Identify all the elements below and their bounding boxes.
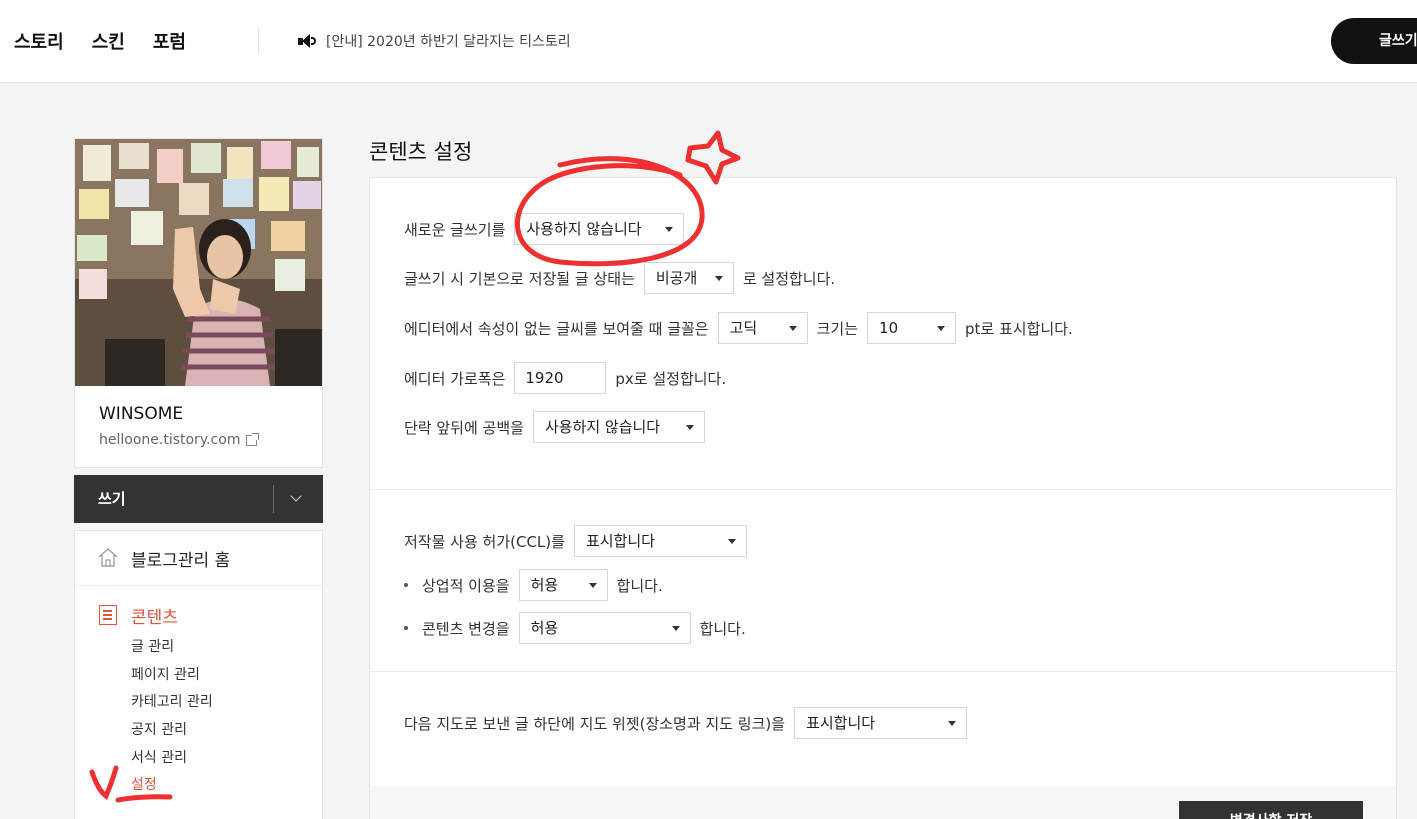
- ccl-label: 저작물 사용 허가(CCL)를: [404, 532, 565, 551]
- speaker-icon: [298, 33, 316, 49]
- blog-profile-photo: [75, 139, 322, 386]
- notice-link[interactable]: [안내] 2020년 하반기 달라지는 티스토리: [298, 31, 571, 51]
- new-editor-select[interactable]: 사용하지 않습니다: [514, 213, 685, 245]
- nav-skin[interactable]: 스킨: [92, 28, 125, 54]
- paragraph-space-label: 단락 앞뒤에 공백을: [404, 418, 524, 437]
- default-state-row: 글쓰기 시 기본으로 저장될 글 상태는 비공개 로 설정합니다.: [404, 262, 835, 294]
- editor-width-input[interactable]: 1920: [514, 362, 607, 394]
- write-dropdown-bar[interactable]: 쓰기: [74, 475, 323, 523]
- nav-divider: [258, 28, 259, 54]
- default-state-select[interactable]: 비공개: [643, 262, 734, 294]
- sidebar-item-templates[interactable]: 서식 관리: [131, 747, 187, 767]
- blog-url-link[interactable]: helloone.tistory.com: [99, 432, 260, 448]
- external-link-icon[interactable]: [246, 432, 260, 446]
- modify-select[interactable]: 허용: [518, 612, 691, 644]
- new-editor-label: 새로운 글쓰기를: [404, 220, 506, 239]
- save-changes-button[interactable]: 변경사항 저장: [1179, 801, 1363, 819]
- new-editor-row: 새로운 글쓰기를 사용하지 않습니다: [404, 213, 685, 245]
- modify-label: 콘텐츠 변경을: [422, 619, 510, 638]
- font-row: 에디터에서 속성이 없는 글씨를 보여줄 때 글꼴은 고딕 크기는 10 pt로…: [404, 312, 1073, 344]
- commercial-suffix: 합니다.: [616, 576, 663, 595]
- blog-url-text[interactable]: helloone.tistory.com: [99, 432, 240, 448]
- sidebar-item-notices[interactable]: 공지 관리: [131, 719, 187, 739]
- editor-width-suffix: px로 설정합니다.: [615, 369, 727, 388]
- font-size-suffix: pt로 표시합니다.: [965, 319, 1073, 338]
- sidebar-item-categories[interactable]: 카테고리 관리: [131, 691, 213, 711]
- document-icon: [99, 605, 117, 625]
- top-bar: 스토리 스킨 포럼 [안내] 2020년 하반기 달라지는 티스토리 글쓰기: [0, 0, 1417, 83]
- font-label: 에디터에서 속성이 없는 글씨를 보여줄 때 글꼴은: [404, 319, 709, 338]
- modify-suffix: 합니다.: [699, 619, 746, 638]
- font-size-label: 크기는: [816, 319, 859, 338]
- section-divider: [370, 489, 1396, 490]
- sidebar-item-settings[interactable]: 설정: [131, 774, 157, 794]
- ccl-row: 저작물 사용 허가(CCL)를 표시합니다: [404, 525, 747, 557]
- editor-width-label: 에디터 가로폭은: [404, 369, 506, 388]
- bullet-icon: [404, 626, 408, 630]
- sidebar-item-posts[interactable]: 글 관리: [131, 636, 174, 656]
- page-title: 콘텐츠 설정: [369, 140, 473, 164]
- nav-forum[interactable]: 포럼: [153, 28, 186, 54]
- commercial-label: 상업적 이용을: [422, 576, 510, 595]
- sidebar-item-home[interactable]: 블로그관리 홈: [75, 531, 322, 586]
- bullet-icon: [404, 583, 408, 587]
- top-nav: 스토리 스킨 포럼: [14, 28, 186, 54]
- sidebar-home-label[interactable]: 블로그관리 홈: [131, 546, 230, 571]
- paragraph-space-select[interactable]: 사용하지 않습니다: [532, 411, 705, 443]
- commercial-row: 상업적 이용을 허용 합니다.: [404, 569, 663, 601]
- write-bar-divider: [273, 485, 274, 513]
- editor-width-row: 에디터 가로폭은 1920 px로 설정합니다.: [404, 362, 726, 394]
- commercial-select[interactable]: 허용: [518, 569, 608, 601]
- font-size-select[interactable]: 10: [867, 312, 957, 344]
- settings-panel: 새로운 글쓰기를 사용하지 않습니다 글쓰기 시 기본으로 저장될 글 상태는 …: [369, 177, 1397, 819]
- ccl-select[interactable]: 표시합니다: [573, 525, 747, 557]
- nav-story[interactable]: 스토리: [14, 28, 64, 54]
- blog-name: WINSOME: [99, 404, 184, 424]
- marker-star: [685, 130, 741, 185]
- modify-row: 콘텐츠 변경을 허용 합니다.: [404, 612, 746, 644]
- sidebar-section-content[interactable]: 콘텐츠: [131, 603, 178, 628]
- font-select[interactable]: 고딕: [717, 312, 808, 344]
- paragraph-space-row: 단락 앞뒤에 공백을 사용하지 않습니다: [404, 411, 705, 443]
- chevron-down-icon[interactable]: [290, 490, 302, 502]
- home-icon: [98, 548, 118, 567]
- sidebar-item-pages[interactable]: 페이지 관리: [131, 664, 200, 684]
- default-state-label: 글쓰기 시 기본으로 저장될 글 상태는: [404, 269, 635, 288]
- default-state-suffix: 로 설정합니다.: [742, 269, 836, 288]
- map-widget-row: 다음 지도로 보낸 글 하단에 지도 위젯(장소명과 지도 링크)을 표시합니다: [404, 707, 968, 739]
- section-divider: [370, 671, 1396, 672]
- profile-card: WINSOME helloone.tistory.com: [74, 138, 323, 468]
- sidebar-menu: 블로그관리 홈 콘텐츠 글 관리 페이지 관리 카테고리 관리 공지 관리 서식…: [74, 530, 323, 819]
- write-post-button[interactable]: 글쓰기: [1331, 18, 1417, 64]
- map-widget-select[interactable]: 표시합니다: [794, 707, 968, 739]
- notice-text[interactable]: [안내] 2020년 하반기 달라지는 티스토리: [326, 31, 571, 51]
- map-widget-label: 다음 지도로 보낸 글 하단에 지도 위젯(장소명과 지도 링크)을: [404, 714, 786, 733]
- write-label[interactable]: 쓰기: [98, 488, 126, 509]
